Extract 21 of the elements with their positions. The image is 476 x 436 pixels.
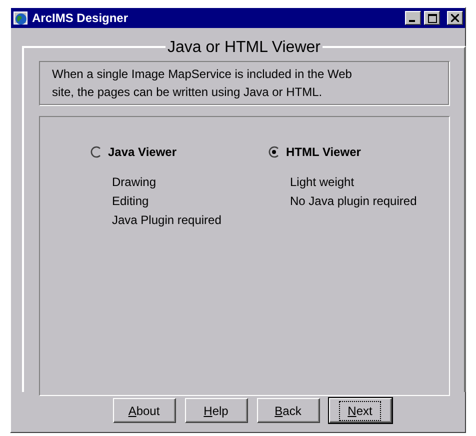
radio-button[interactable] bbox=[268, 146, 280, 158]
feature-text: Drawing bbox=[112, 174, 158, 191]
description-text: When a single Image MapService is included in the Web site, the pages can be written using Java or HTML. bbox=[39, 61, 450, 106]
dialog-button[interactable]: Help bbox=[184, 398, 248, 423]
feature-text: Light weight bbox=[290, 174, 356, 191]
radio-label[interactable]: HTML Viewer bbox=[286, 143, 361, 161]
dialog-button[interactable]: About bbox=[112, 398, 176, 423]
globe-icon bbox=[13, 10, 29, 26]
radio-label[interactable]: Java Viewer bbox=[108, 143, 177, 161]
radio-button[interactable] bbox=[90, 146, 102, 158]
maximize-icon bbox=[428, 14, 436, 22]
close-button[interactable] bbox=[447, 11, 463, 25]
dialog-button[interactable]: Back bbox=[256, 398, 320, 423]
close-icon bbox=[451, 14, 459, 22]
feature-text: No Java plugin required bbox=[290, 193, 418, 210]
feature-text: Java Plugin required bbox=[112, 212, 222, 229]
minimize-button[interactable] bbox=[405, 11, 421, 25]
dialog-button[interactable]: Next bbox=[328, 398, 392, 423]
window-title: ArcIMS Designer bbox=[32, 10, 130, 27]
feature-text: Editing bbox=[112, 193, 150, 210]
maximize-button[interactable] bbox=[424, 11, 440, 25]
